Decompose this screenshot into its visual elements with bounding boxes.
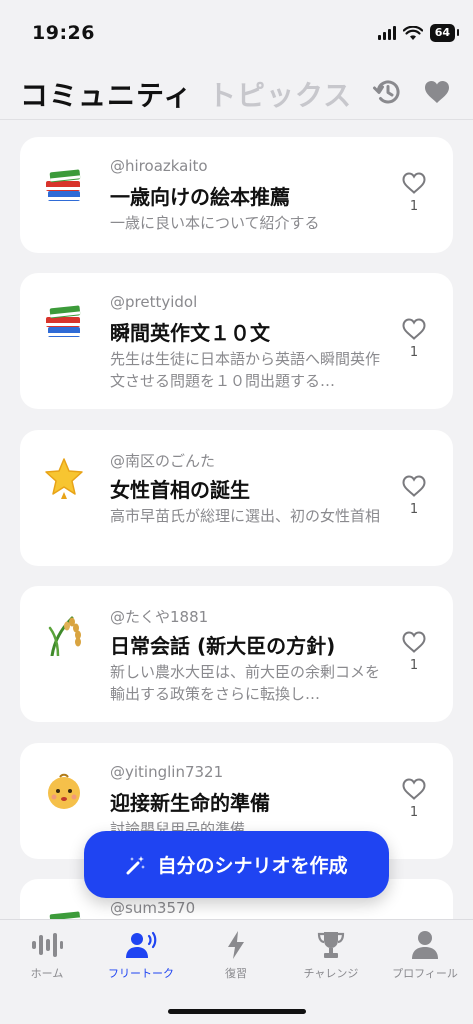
trophy-icon: [317, 932, 345, 958]
author-username[interactable]: @prettyidol: [110, 293, 197, 311]
home-indicator: [168, 1009, 306, 1014]
bolt-icon: [228, 931, 244, 959]
scenario-card[interactable]: @prettyidol 瞬間英作文１０文 先生は生徒に日本語から英語へ瞬間英作文…: [20, 273, 453, 409]
like-button[interactable]: 1: [399, 171, 429, 214]
heart-outline-icon: [402, 172, 426, 194]
create-scenario-label: 自分のシナリオを作成: [157, 855, 348, 877]
rice-plant-icon: [48, 616, 81, 656]
header: コミュニティ トピックス: [0, 66, 473, 120]
tab-challenge-label: チャレンジ: [303, 967, 359, 980]
favorites-heart-icon[interactable]: [422, 77, 452, 107]
scenario-title: 女性首相の誕生: [110, 478, 250, 502]
status-icons: 64: [377, 24, 460, 42]
tab-topics[interactable]: トピックス: [208, 74, 352, 114]
scenario-feed[interactable]: @hiroazkaito 一歳向けの絵本推薦 一歳に良い本について紹介する 1 …: [0, 121, 473, 919]
tab-free-talk-label: フリートーク: [108, 967, 174, 980]
author-username[interactable]: @南区のごんた: [110, 450, 215, 471]
heart-outline-icon: [402, 475, 426, 497]
scenario-description: 高市早苗氏が総理に選出、初の女性首相: [110, 507, 381, 525]
scenario-title: 迎接新生命的準備: [110, 791, 270, 815]
author-username[interactable]: @たくや1881: [110, 606, 208, 627]
like-button[interactable]: 1: [399, 317, 429, 360]
like-count: 1: [409, 345, 419, 360]
scenario-card[interactable]: @hiroazkaito 一歳向けの絵本推薦 一歳に良い本について紹介する 1: [20, 137, 453, 253]
scenario-card[interactable]: @南区のごんた 女性首相の誕生 高市早苗氏が総理に選出、初の女性首相 1: [20, 430, 453, 566]
tab-review-label: 復習: [225, 967, 247, 980]
like-count: 1: [409, 502, 419, 517]
status-bar: 19:26 64: [0, 0, 473, 66]
like-button[interactable]: 1: [399, 474, 429, 517]
create-scenario-button[interactable]: 自分のシナリオを作成: [84, 831, 389, 898]
tab-profile-label: プロフィール: [392, 967, 458, 980]
author-username[interactable]: @yitinglin7321: [110, 763, 223, 781]
scenario-title: 日常会話 (新大臣の方針): [110, 634, 336, 658]
tab-community[interactable]: コミュニティ: [20, 74, 192, 114]
waveform-icon: [32, 933, 63, 957]
history-icon[interactable]: [372, 77, 402, 107]
heart-outline-icon: [402, 778, 426, 800]
heart-outline-icon: [402, 318, 426, 340]
tab-challenge[interactable]: チャレンジ: [284, 930, 378, 981]
scenario-description: 先生は生徒に日本語から英語へ瞬間英作文させる問題を１０問出題する…: [110, 350, 381, 390]
battery-icon: 64: [429, 24, 460, 42]
scenario-card[interactable]: @たくや1881 日常会話 (新大臣の方針) 新しい農水大臣は、前大臣の余剰コメ…: [20, 586, 453, 722]
scenario-description: 新しい農水大臣は、前大臣の余剰コメを輸出する政策をさらに転換し…: [110, 663, 381, 703]
star-icon: [45, 458, 83, 499]
author-username[interactable]: @hiroazkaito: [110, 157, 208, 175]
baby-icon: [48, 773, 80, 809]
scenario-description: 一歳に良い本について紹介する: [110, 214, 320, 232]
author-username[interactable]: @sum3570: [110, 899, 195, 917]
tab-home-label: ホーム: [30, 967, 64, 980]
like-count: 1: [409, 805, 419, 820]
like-button[interactable]: 1: [399, 630, 429, 673]
like-count: 1: [409, 199, 419, 214]
tab-free-talk[interactable]: フリートーク: [94, 930, 188, 981]
person-icon: [412, 931, 438, 959]
magic-wand-icon: [126, 855, 146, 874]
tab-review[interactable]: 復習: [189, 930, 283, 981]
heart-outline-icon: [402, 631, 426, 653]
scenario-title: 瞬間英作文１０文: [110, 321, 270, 345]
like-button[interactable]: 1: [399, 777, 429, 820]
books-icon: [46, 169, 81, 201]
scenario-title: 一歳向けの絵本推薦: [110, 185, 290, 209]
books-icon: [46, 305, 81, 337]
like-count: 1: [409, 658, 419, 673]
wifi-icon: [402, 25, 423, 40]
status-time: 19:26: [32, 22, 95, 44]
tab-home[interactable]: ホーム: [0, 930, 94, 981]
tab-profile[interactable]: プロフィール: [378, 930, 472, 981]
cellular-signal-icon: [377, 26, 396, 40]
person-speaking-icon: [126, 931, 157, 958]
books-icon: [49, 911, 81, 919]
